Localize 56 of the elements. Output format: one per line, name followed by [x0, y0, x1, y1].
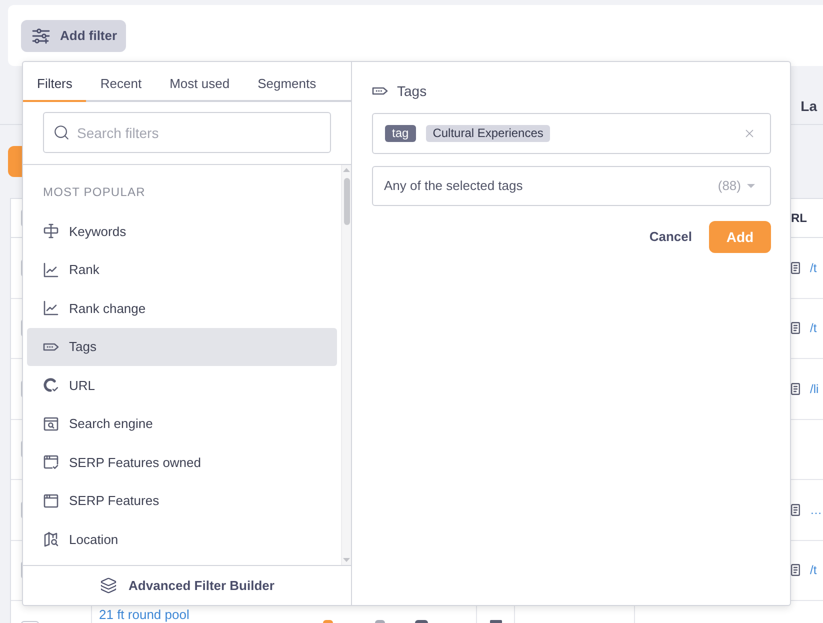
clear-icon[interactable]: [743, 127, 756, 140]
filter-tab[interactable]: Filters: [23, 62, 86, 102]
ring-check-icon: [43, 377, 59, 394]
column-header: RL: [791, 210, 807, 227]
line-chart-icon: [43, 262, 59, 278]
add-filter-button[interactable]: Add filter: [21, 20, 126, 52]
document-icon: [791, 504, 800, 516]
document-icon: [791, 262, 800, 274]
scrollbar-track[interactable]: [341, 165, 351, 565]
match-select[interactable]: Any of the selected tags (88): [372, 166, 771, 206]
map-search-icon: [43, 531, 59, 548]
search-icon: [53, 124, 70, 141]
document-icon: [791, 564, 800, 576]
panel-title: Tags: [397, 82, 427, 101]
layers-icon: [100, 577, 117, 594]
scroll-down-icon[interactable]: [343, 558, 350, 562]
filter-sliders-icon: [32, 28, 50, 44]
text-cursor-icon: [43, 223, 59, 240]
scrollbar-thumb[interactable]: [344, 178, 350, 225]
filter-tab[interactable]: Segments: [244, 62, 330, 102]
browser-check-icon: [43, 454, 59, 470]
column-header: La: [800, 98, 817, 114]
document-icon: [490, 620, 502, 623]
tag-input-field[interactable]: tag Cultural Experiences: [372, 113, 771, 154]
url-link[interactable]: …: [810, 500, 822, 519]
filter-tab[interactable]: Most used: [156, 62, 244, 102]
browser-window-icon: [43, 492, 59, 509]
search-field[interactable]: Search filters: [43, 112, 331, 153]
tag-count: (88): [718, 177, 741, 196]
tag-chip: Cultural Experiences: [426, 125, 550, 142]
url-link[interactable]: /t: [810, 319, 817, 338]
browser-search-icon: [43, 416, 59, 432]
filter-list-item[interactable]: Keywords: [27, 212, 337, 250]
url-link[interactable]: /t: [810, 561, 817, 580]
filter-list-item[interactable]: Rank: [27, 250, 337, 289]
filter-list-item[interactable]: URL: [27, 366, 337, 404]
filter-list-item[interactable]: Location: [27, 520, 337, 558]
caret-icon: [747, 184, 755, 188]
tag-type-chip: tag: [385, 125, 416, 142]
filter-list-item[interactable]: Search engine: [27, 404, 337, 443]
cancel-button[interactable]: Cancel: [649, 227, 692, 247]
keyword-link[interactable]: 21 ft round pool: [99, 608, 323, 622]
filter-tab[interactable]: Recent: [86, 62, 156, 102]
document-icon: [791, 382, 800, 395]
url-link[interactable]: /li: [810, 380, 819, 398]
document-icon: [791, 322, 800, 334]
filter-list-item[interactable]: SERP Features: [27, 482, 337, 520]
line-chart-icon: [43, 300, 59, 316]
scroll-up-icon[interactable]: [343, 168, 350, 172]
advanced-filter-builder-button[interactable]: Advanced Filter Builder: [100, 576, 274, 596]
filter-list-item[interactable]: SERP Features owned: [27, 443, 337, 482]
filter-list-item[interactable]: Tags: [27, 328, 337, 366]
filter-list-item[interactable]: Rank change: [27, 289, 337, 328]
url-link[interactable]: /t: [810, 258, 817, 277]
section-heading: MOST POPULAR: [43, 185, 146, 199]
select-value: Any of the selected tags: [384, 177, 523, 196]
